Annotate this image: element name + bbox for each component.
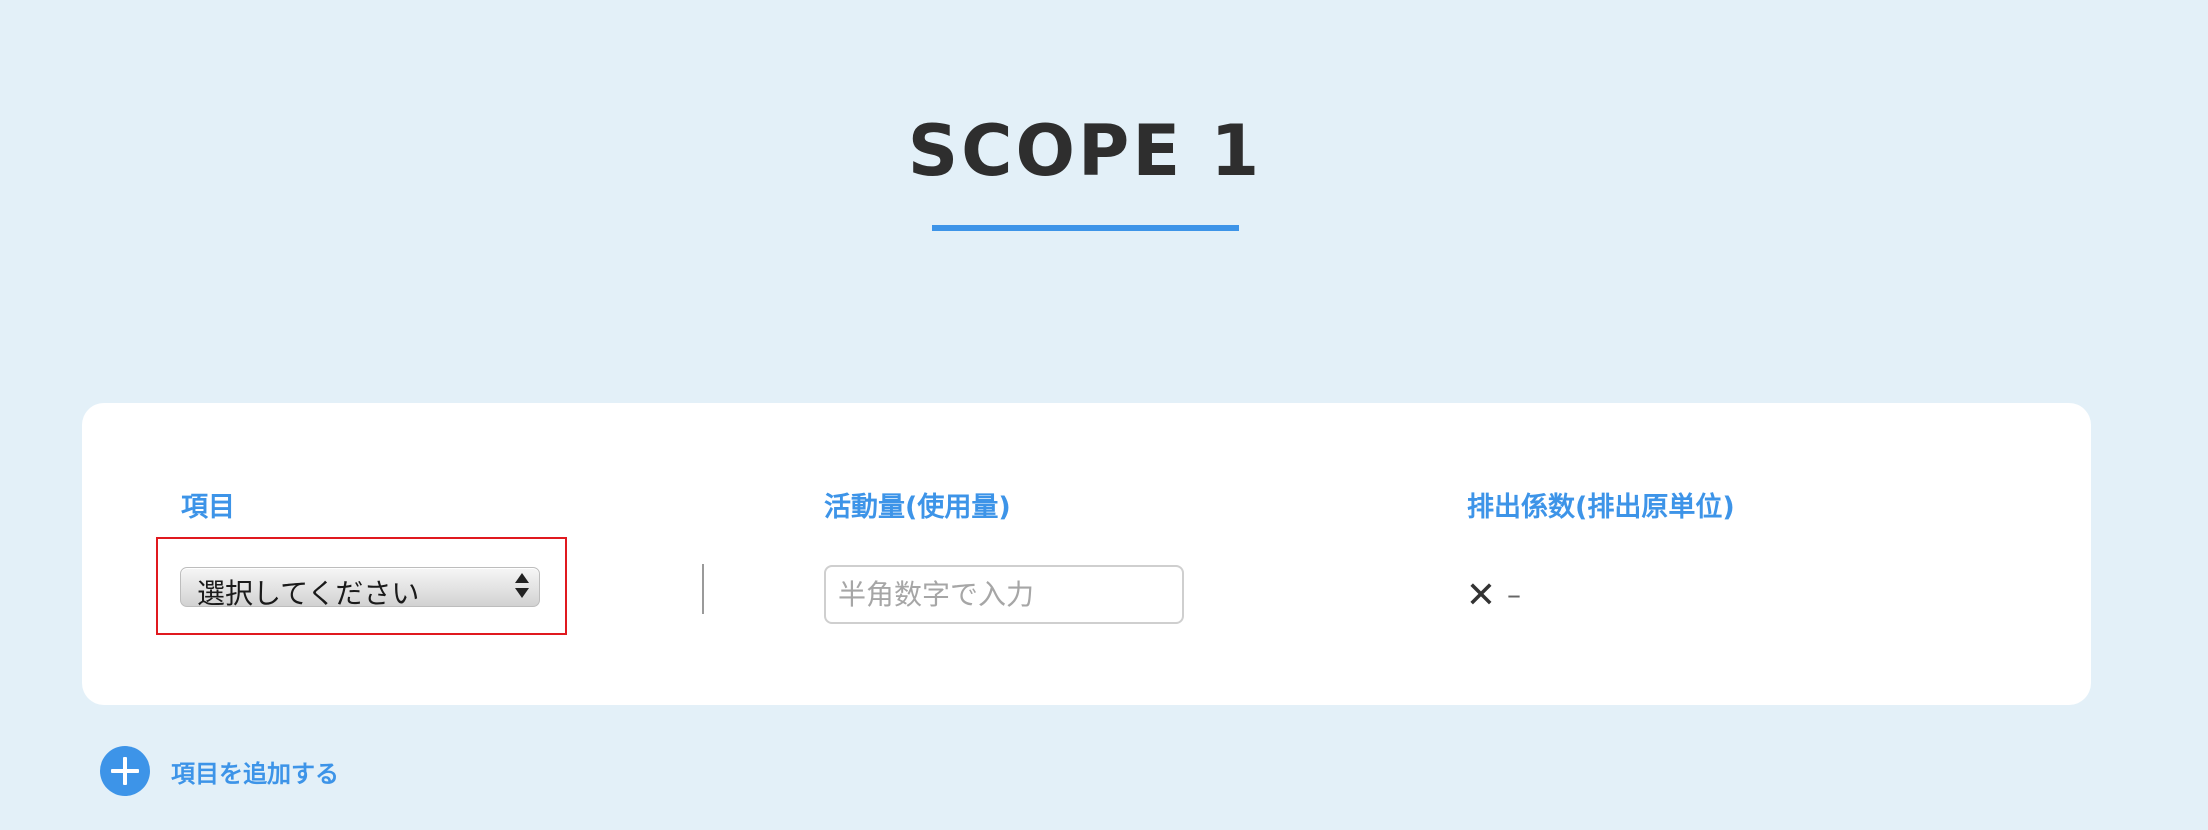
page-title: SCOPE 1 — [907, 110, 1263, 192]
times-icon: ✕ — [1465, 574, 1497, 616]
amount-input[interactable] — [824, 565, 1184, 624]
title-underline — [932, 225, 1239, 231]
plus-circle-icon — [100, 746, 150, 796]
item-select[interactable]: 選択してください — [180, 567, 540, 610]
column-label-factor: 排出係数(排出原単位) — [1467, 492, 1735, 523]
column-divider — [702, 564, 704, 614]
column-label-amount: 活動量(使用量) — [824, 492, 1011, 523]
up-down-arrows-icon — [515, 573, 529, 598]
emission-factor-value: – — [1507, 578, 1521, 611]
column-label-item: 項目 — [181, 492, 235, 523]
add-item-label: 項目を追加する — [171, 759, 339, 788]
add-item-button[interactable]: 項目を追加する — [100, 746, 339, 796]
item-select-value: 選択してください — [197, 577, 420, 610]
